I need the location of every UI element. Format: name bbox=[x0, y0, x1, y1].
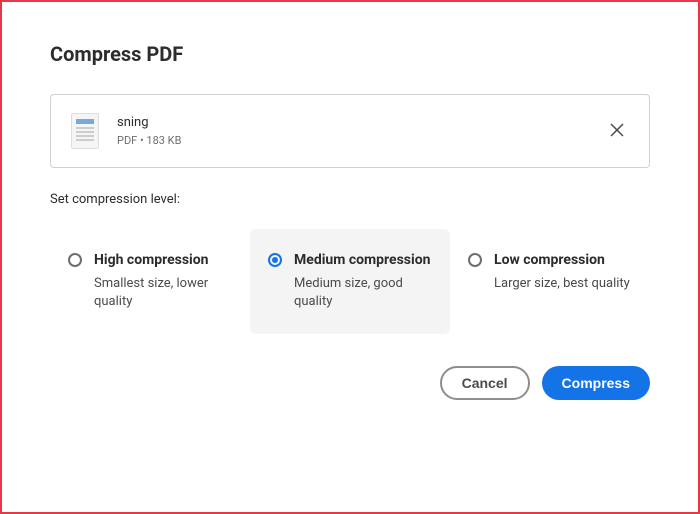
option-text: Low compression Larger size, best qualit… bbox=[494, 251, 632, 293]
compression-options: High compression Smallest size, lower qu… bbox=[50, 229, 650, 334]
option-high-compression[interactable]: High compression Smallest size, lower qu… bbox=[50, 229, 250, 334]
file-pdf-icon bbox=[71, 113, 99, 149]
option-low-compression[interactable]: Low compression Larger size, best qualit… bbox=[450, 229, 650, 334]
section-label: Set compression level: bbox=[50, 192, 650, 207]
cancel-button[interactable]: Cancel bbox=[440, 366, 530, 400]
file-name: sning bbox=[117, 115, 587, 130]
radio-icon bbox=[68, 253, 82, 267]
file-meta: PDF • 183 KB bbox=[117, 134, 587, 147]
option-medium-compression[interactable]: Medium compression Medium size, good qua… bbox=[250, 229, 450, 334]
compress-button[interactable]: Compress bbox=[542, 366, 650, 400]
radio-icon bbox=[268, 253, 282, 267]
option-text: High compression Smallest size, lower qu… bbox=[94, 251, 232, 312]
option-title: Medium compression bbox=[294, 251, 432, 269]
option-text: Medium compression Medium size, good qua… bbox=[294, 251, 432, 312]
file-info: sning PDF • 183 KB bbox=[117, 115, 587, 147]
file-card: sning PDF • 183 KB bbox=[50, 94, 650, 168]
radio-icon bbox=[468, 253, 482, 267]
option-desc: Smallest size, lower quality bbox=[94, 275, 232, 311]
option-desc: Larger size, best quality bbox=[494, 275, 632, 293]
option-title: High compression bbox=[94, 251, 232, 269]
remove-file-button[interactable] bbox=[605, 119, 629, 143]
close-icon bbox=[610, 121, 624, 142]
option-desc: Medium size, good quality bbox=[294, 275, 432, 311]
compress-pdf-dialog: Compress PDF sning PDF • 183 KB Set comp… bbox=[2, 2, 698, 424]
dialog-buttons: Cancel Compress bbox=[50, 366, 650, 400]
option-title: Low compression bbox=[494, 251, 632, 269]
dialog-title: Compress PDF bbox=[50, 42, 650, 66]
